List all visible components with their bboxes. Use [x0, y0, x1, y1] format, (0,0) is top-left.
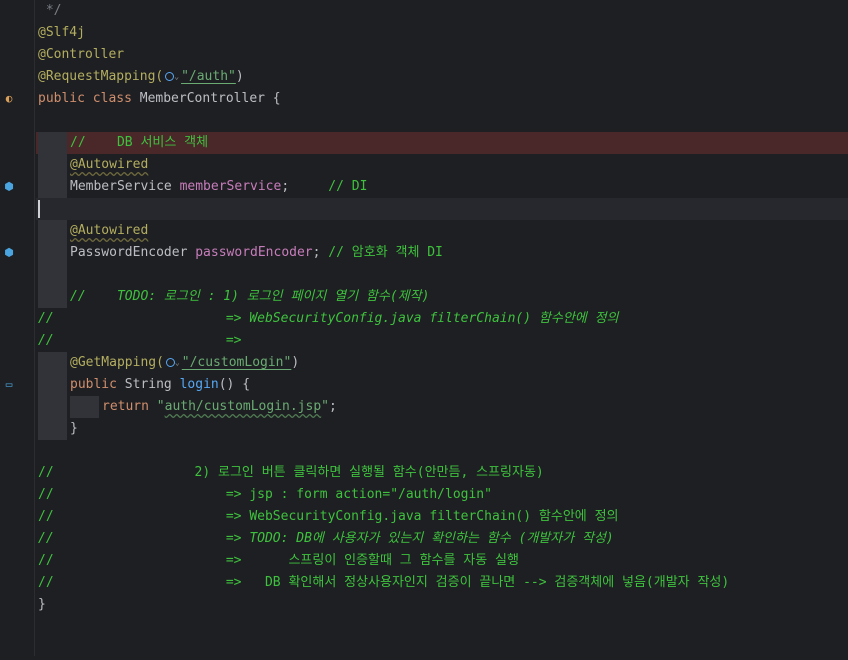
code-line-highlighted: // DB 서비스 객체 — [36, 132, 848, 154]
closing-brace: } — [70, 421, 78, 436]
indent-guide — [38, 132, 67, 154]
code-line: @Slf4j — [36, 22, 848, 44]
annotation-autowired: @Autowired — [70, 157, 149, 172]
globe-icon[interactable] — [165, 358, 175, 367]
code-line: // => DB 확인해서 정상사용자인지 검증이 끝나면 --> 검증객체에 … — [36, 572, 848, 594]
code-line: @RequestMapping( ⌄ "/auth") — [36, 66, 848, 88]
todo-comment: // TODO: 로그인 : 1) 로그인 페이지 열기 함수(제작) — [70, 289, 430, 304]
chevron-down-icon[interactable]: ⌄ — [174, 72, 179, 81]
type-member-service: MemberService — [70, 179, 180, 194]
keyword-public-class: public class — [38, 91, 140, 106]
comment-line: // DB 서비스 객체 — [70, 135, 209, 150]
semicolon: ; — [281, 179, 290, 194]
type-string: String — [124, 377, 180, 392]
code-editor[interactable]: */ @Slf4j @Controller @RequestMapping(⌄ "… — [36, 0, 848, 656]
semicolon: ; — [329, 399, 337, 414]
comment-line: // 2) 로그인 버튼 클릭하면 실행될 함수(안만듬, 스프링자동) — [38, 465, 544, 480]
keyword-return: return — [102, 399, 157, 414]
code-line: } — [36, 594, 848, 616]
code-line: MemberService memberService; // DI — [36, 176, 848, 198]
comment-line: // => 스프링이 인증할때 그 함수를 자동 실행 — [38, 553, 519, 568]
spring-bean-class-icon[interactable]: ◐ — [2, 92, 16, 106]
method-params: () { — [218, 377, 251, 392]
comment-di: // DI — [289, 179, 368, 194]
annotation-request-mapping: @RequestMapping( — [38, 69, 164, 84]
annotation-autowired: @Autowired — [70, 223, 149, 238]
class-name: MemberController { — [139, 91, 281, 106]
code-line: public class MemberController { — [36, 88, 848, 110]
code-line: // => — [36, 330, 848, 352]
comment-line: // => DB 확인해서 정상사용자인지 검증이 끝나면 --> 검증객체에 … — [38, 575, 730, 590]
request-mapping-icon[interactable]: ▭ — [2, 378, 16, 392]
field-password-encoder: passwordEncoder — [195, 245, 313, 260]
code-line: } — [36, 418, 848, 440]
indent-guide — [38, 286, 67, 308]
code-line: PasswordEncoder passwordEncoder; // 암호화 … — [36, 242, 848, 264]
indent-guide — [38, 396, 67, 418]
chevron-down-icon[interactable]: ⌄ — [175, 358, 180, 367]
code-line: // => TODO: DB에 사용자가 있는지 확인하는 함수 (개발자가 작… — [36, 528, 848, 550]
todo-comment: // => TODO: DB에 사용자가 있는지 확인하는 함수 (개발자가 작… — [38, 531, 614, 546]
code-line: @GetMapping( ⌄ "/customLogin") — [36, 352, 848, 374]
code-line: // => WebSecurityConfig.java filterChain… — [36, 308, 848, 330]
method-login: login — [179, 377, 219, 392]
field-member-service: memberService — [179, 179, 282, 194]
paren-close: ) — [235, 69, 244, 84]
type-password-encoder: PasswordEncoder — [70, 245, 196, 260]
annotation-controller: @Controller — [38, 47, 125, 62]
indent-guide — [38, 242, 67, 264]
autowired-bean-icon[interactable]: ⬢ — [2, 180, 16, 194]
current-line — [36, 198, 848, 220]
editor-gutter: ◐ ⬢ ⬢ ▭ — [0, 0, 35, 656]
mapping-path-string[interactable]: "/auth" — [181, 69, 236, 84]
code-line: @Controller — [36, 44, 848, 66]
indent-guide — [38, 264, 67, 286]
indent-guide — [70, 396, 99, 418]
code-line — [36, 264, 848, 286]
jsp-path: auth/customLogin.jsp — [164, 399, 322, 414]
indent-guide — [38, 352, 67, 374]
return-string: "auth/customLogin.jsp" — [156, 399, 329, 414]
indent-guide — [38, 418, 67, 440]
comment-line: // => WebSecurityConfig.java filterChain… — [38, 509, 619, 524]
code-line: */ — [36, 0, 848, 22]
code-line: // => 스프링이 인증할때 그 함수를 자동 실행 — [36, 550, 848, 572]
code-line: // => jsp : form action="/auth/login" — [36, 484, 848, 506]
code-line: return "auth/customLogin.jsp"; — [36, 396, 848, 418]
code-line: // TODO: 로그인 : 1) 로그인 페이지 열기 함수(제작) — [36, 286, 848, 308]
comment-line: // => WebSecurityConfig.java filterChain… — [38, 311, 619, 326]
text-cursor — [38, 200, 40, 218]
indent-guide — [38, 374, 67, 396]
indent-guide — [38, 154, 67, 176]
comment-line: // => jsp : form action="/auth/login" — [38, 487, 492, 502]
indent-guide — [38, 176, 67, 198]
annotation-get-mapping: @GetMapping( — [70, 355, 164, 370]
comment-line: // => — [38, 333, 242, 348]
code-line: @Autowired — [36, 220, 848, 242]
code-line: @Autowired — [36, 154, 848, 176]
code-line: public String login() { — [36, 374, 848, 396]
keyword-public: public — [70, 377, 125, 392]
paren-close: ) — [291, 355, 300, 370]
code-line: // 2) 로그인 버튼 클릭하면 실행될 함수(안만듬, 스프링자동) — [36, 462, 848, 484]
class-closing-brace: } — [38, 597, 46, 612]
mapping-path-string[interactable]: "/customLogin" — [182, 355, 292, 370]
comment-encrypt-di: // 암호화 객체 DI — [328, 245, 443, 260]
semicolon: ; — [312, 245, 329, 260]
code-line: // => WebSecurityConfig.java filterChain… — [36, 506, 848, 528]
globe-icon[interactable] — [165, 72, 175, 81]
annotation-slf4j: @Slf4j — [38, 25, 85, 40]
autowired-bean-icon[interactable]: ⬢ — [2, 246, 16, 260]
doc-comment-end: */ — [38, 3, 62, 18]
indent-guide — [38, 220, 67, 242]
